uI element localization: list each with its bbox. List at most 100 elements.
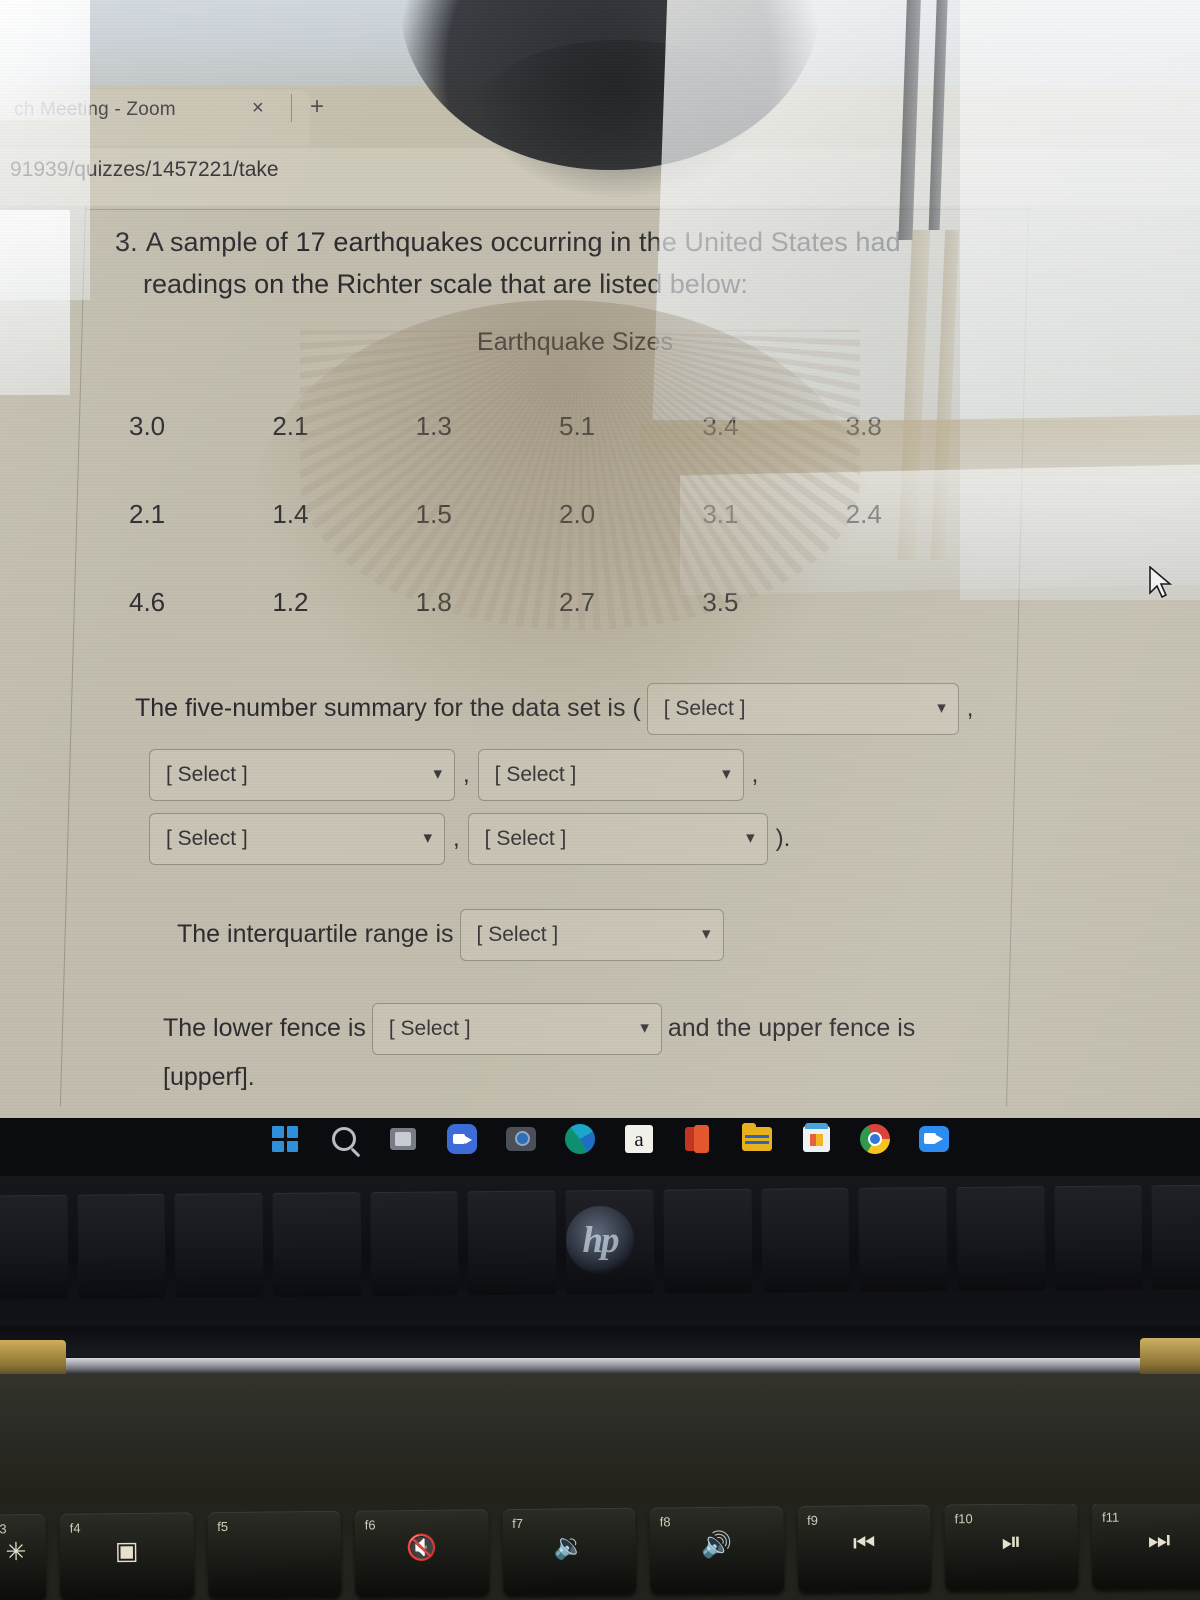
table-row: 4.6 1.2 1.8 2.7 3.5 xyxy=(115,559,975,647)
keycap[interactable] xyxy=(1151,1184,1200,1290)
task-view-icon[interactable] xyxy=(386,1122,420,1156)
five-number-select-4[interactable]: [ Select ] ▾ xyxy=(149,812,445,865)
data-cell: 1.4 xyxy=(272,499,309,530)
keycap[interactable] xyxy=(761,1187,850,1293)
comma-separator: , xyxy=(463,760,470,788)
comma-separator: , xyxy=(453,824,460,852)
chevron-down-icon: ▾ xyxy=(722,763,731,783)
zoom-meeting-icon[interactable] xyxy=(917,1122,951,1156)
question-text-line2: readings on the Richter scale that are l… xyxy=(143,268,748,299)
screen-top-reflection-band xyxy=(0,0,1200,86)
laptop-base-body xyxy=(0,1374,1200,1504)
amazon-icon[interactable]: a xyxy=(622,1122,656,1156)
keycap[interactable] xyxy=(467,1190,557,1296)
data-cell: 2.1 xyxy=(129,499,166,530)
chevron-down-icon: ▾ xyxy=(433,763,442,783)
function-key-f11[interactable]: f11 ⏭ xyxy=(1091,1504,1200,1589)
five-number-select-3[interactable]: [ Select ] ▾ xyxy=(477,748,744,801)
function-key-f9[interactable]: f9 ⏮ xyxy=(796,1504,932,1592)
laptop-screen: ch Meeting - Zoom × + 91939/quizzes/1457… xyxy=(0,0,1200,1118)
chevron-down-icon: ▾ xyxy=(702,923,711,943)
function-key-f3[interactable]: f3 ✳ xyxy=(0,1513,47,1600)
interquartile-range-line: The interquartile range is [ Select ] ▾ xyxy=(177,908,1015,961)
volume-up-icon: 🔊 xyxy=(700,1530,733,1560)
content-top-rule xyxy=(85,209,1030,210)
key-label: f6 xyxy=(364,1517,376,1533)
key-label: f7 xyxy=(512,1515,524,1531)
new-tab-icon[interactable]: + xyxy=(310,95,324,119)
earthquake-data-table: 3.0 2.1 1.3 5.1 3.4 3.8 2.1 1.4 1.5 2.0 … xyxy=(115,383,975,647)
play-pause-icon: ⏯ xyxy=(1001,1527,1022,1556)
data-cell: 3.1 xyxy=(702,499,739,530)
key-label: f9 xyxy=(807,1512,819,1528)
function-key-f4[interactable]: f4 ▣ xyxy=(59,1512,194,1600)
lower-fence-label: The lower fence is xyxy=(163,1014,366,1043)
key-label: f11 xyxy=(1102,1509,1120,1525)
function-key-f7[interactable]: f7 🔉 xyxy=(502,1507,637,1596)
camera-icon[interactable] xyxy=(504,1122,538,1156)
microsoft-store-icon[interactable] xyxy=(799,1122,833,1156)
data-cell: 1.3 xyxy=(415,411,452,442)
question-text-line1: A sample of 17 earthquakes occurring in … xyxy=(145,227,901,257)
table-row: 2.1 1.4 1.5 2.0 3.1 2.4 xyxy=(115,471,975,559)
brightness-icon: ✳ xyxy=(5,1538,27,1567)
file-explorer-icon[interactable] xyxy=(740,1122,774,1156)
chevron-down-icon: ▾ xyxy=(937,697,946,717)
lower-fence-line: The lower fence is [ Select ] ▾ and the … xyxy=(163,1002,1015,1055)
data-cell: 4.6 xyxy=(129,587,166,618)
edge-browser-icon[interactable] xyxy=(563,1122,597,1156)
quiz-question-block: 3. A sample of 17 earthquakes occurring i… xyxy=(115,222,1015,1118)
five-number-select-1[interactable]: [ Select ] ▾ xyxy=(646,682,959,735)
keycap[interactable] xyxy=(1054,1185,1143,1291)
function-key-f6[interactable]: f6 🔇 xyxy=(354,1509,489,1597)
key-label: f4 xyxy=(69,1520,81,1536)
close-icon[interactable]: × xyxy=(252,98,264,118)
comma-separator: , xyxy=(751,760,759,788)
zoom-app-icon[interactable] xyxy=(445,1122,479,1156)
keycap[interactable] xyxy=(77,1193,166,1299)
keycap[interactable] xyxy=(174,1193,264,1298)
function-keys: f3 ✳ f4 ▣ f5 f6 🔇 f7 🔉 f8 🔊 f9 ⏮ f10 ⏯ f… xyxy=(0,1504,1200,1600)
keycap[interactable] xyxy=(0,1194,69,1300)
upper-fence-placeholder-line: [upperf]. xyxy=(163,1062,255,1091)
table-row: 3.0 2.1 1.3 5.1 3.4 3.8 xyxy=(115,383,975,471)
display-switch-icon: ▣ xyxy=(114,1536,139,1566)
office-icon[interactable] xyxy=(681,1122,715,1156)
chevron-down-icon: ▾ xyxy=(746,827,755,847)
keycap[interactable] xyxy=(663,1188,752,1294)
keycap[interactable] xyxy=(370,1191,459,1297)
chevron-down-icon: ▾ xyxy=(640,1017,649,1037)
comma-separator: , xyxy=(966,694,974,722)
data-cell xyxy=(832,559,975,647)
five-number-select-2[interactable]: [ Select ] ▾ xyxy=(149,748,455,801)
chrome-browser-icon[interactable] xyxy=(858,1122,892,1156)
select-value: [ Select ] xyxy=(166,762,248,786)
laptop-chrome-strip xyxy=(62,1358,1142,1374)
blank-icon xyxy=(207,1537,340,1538)
amazon-icon-label: a xyxy=(625,1125,653,1153)
select-value: [ Select ] xyxy=(494,762,577,786)
url-text: 91939/quizzes/1457221/take xyxy=(10,158,279,181)
five-number-select-5[interactable]: [ Select ] ▾ xyxy=(467,812,768,865)
chevron-down-icon: ▾ xyxy=(423,827,432,847)
lower-fence-select[interactable]: [ Select ] ▾ xyxy=(371,1002,662,1055)
key-label: f8 xyxy=(659,1514,671,1530)
function-key-f8[interactable]: f8 🔊 xyxy=(649,1506,784,1594)
key-label: f10 xyxy=(954,1511,973,1527)
function-key-f5[interactable]: f5 xyxy=(207,1510,342,1599)
search-icon[interactable] xyxy=(327,1122,361,1156)
windows-start-icon[interactable] xyxy=(268,1122,302,1156)
data-cell: 3.4 xyxy=(702,411,739,442)
keycap[interactable] xyxy=(956,1186,1045,1291)
data-cell: 5.1 xyxy=(558,411,596,442)
data-cell: 2.4 xyxy=(845,499,882,530)
previous-track-icon: ⏮ xyxy=(852,1529,876,1558)
upper-fence-label: and the upper fence is xyxy=(667,1014,916,1043)
volume-down-icon: 🔉 xyxy=(553,1532,585,1561)
interquartile-range-select[interactable]: [ Select ] ▾ xyxy=(459,908,724,961)
keycap[interactable] xyxy=(272,1192,362,1297)
function-key-f10[interactable]: f10 ⏯ xyxy=(944,1504,1079,1591)
keycap[interactable] xyxy=(858,1187,948,1292)
interquartile-range-label: The interquartile range is xyxy=(177,920,454,949)
data-cell: 2.0 xyxy=(558,499,596,530)
